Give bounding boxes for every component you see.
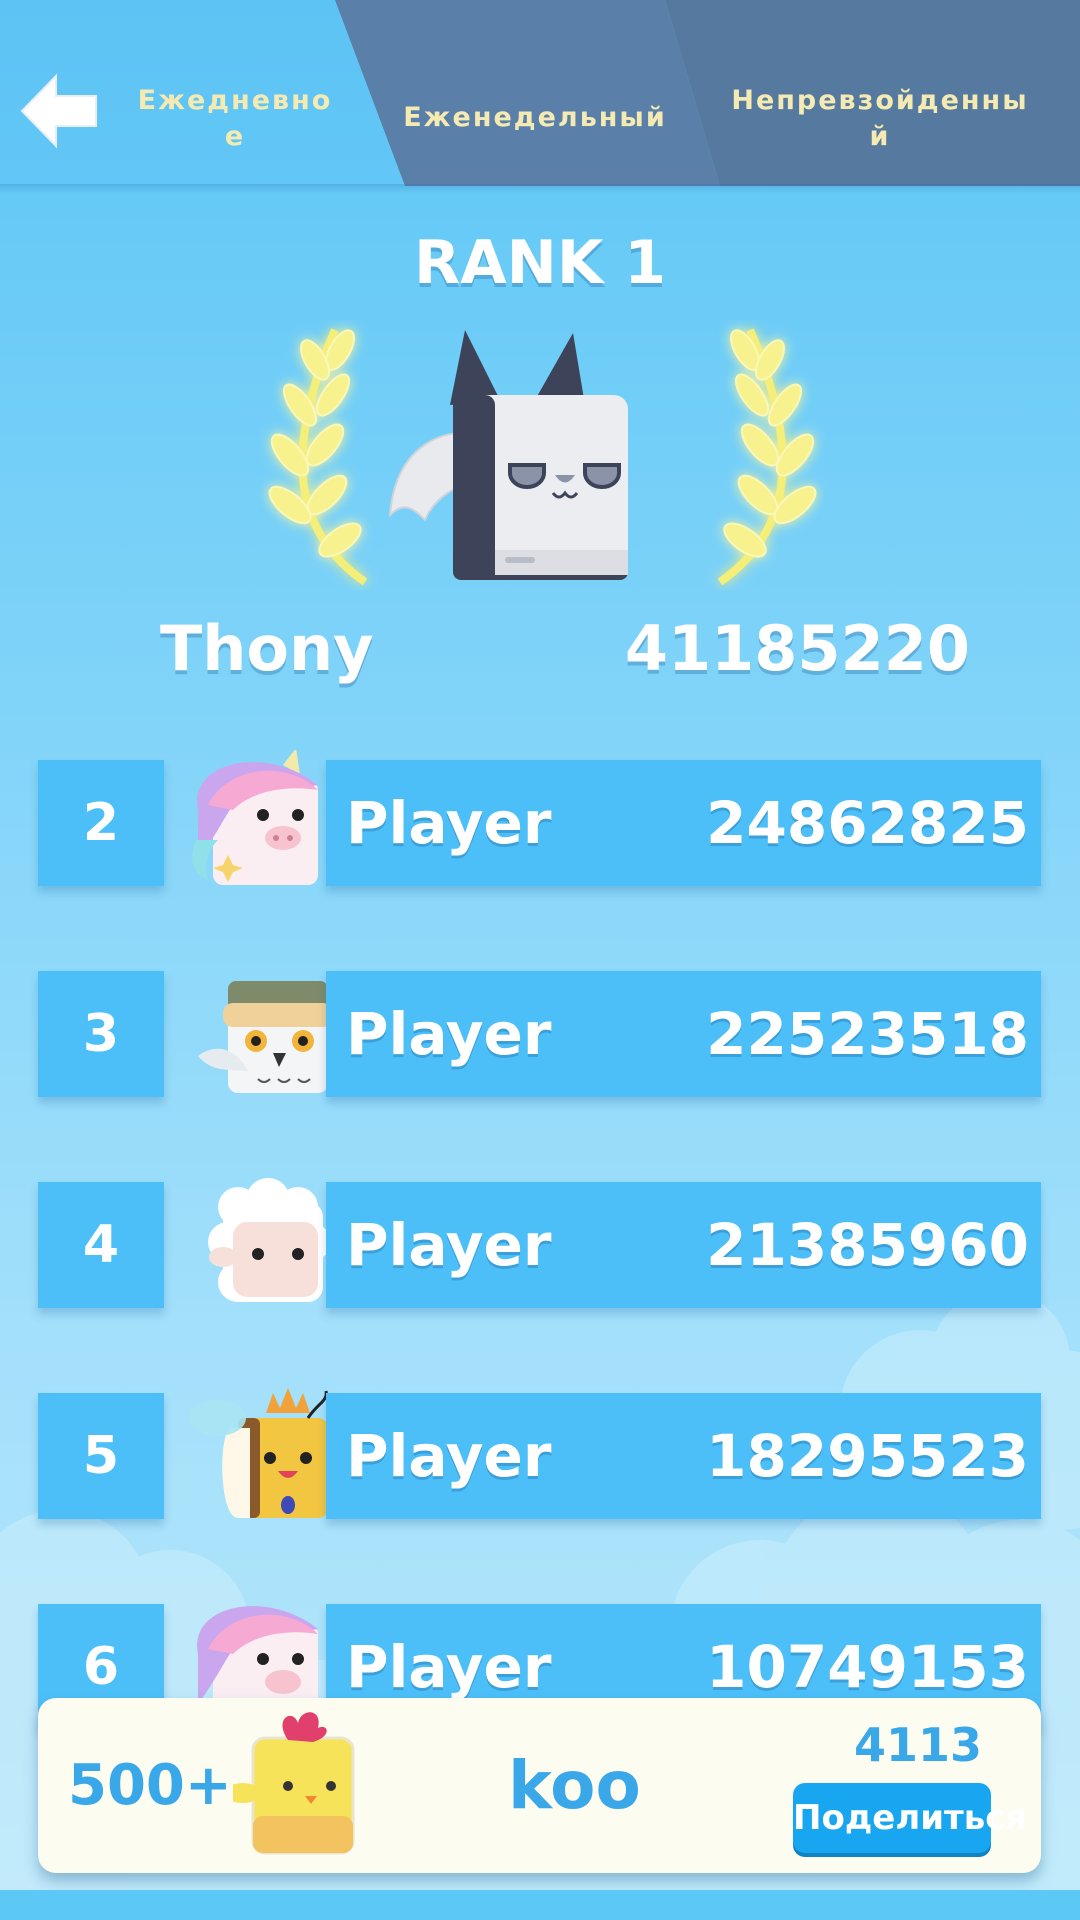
leaderboard-row[interactable]: 5 Player 18295523 — [38, 1388, 1041, 1519]
rank-title: RANK 1 — [414, 228, 666, 298]
row-rank: 2 — [38, 760, 164, 886]
sheep-avatar — [208, 1178, 328, 1302]
laurel-right-icon — [717, 328, 817, 586]
row-score: 22523518 — [706, 1000, 1029, 1068]
tab-weekly[interactable]: Еженедельный — [395, 100, 675, 136]
bee-queen-avatar — [190, 1388, 328, 1518]
owl-avatar — [198, 981, 328, 1093]
my-rank-card: 500+ koo 4113 Поделиться — [38, 1698, 1041, 1873]
my-name: koo — [508, 1747, 641, 1824]
row-name-bar: Player 22523518 — [326, 971, 1041, 1097]
tab-bar: Ежедневно е Еженедельный Непревзойденны … — [0, 0, 1080, 186]
row-player-name: Player — [346, 1211, 552, 1279]
my-rank: 500+ — [68, 1753, 232, 1818]
row-rank: 3 — [38, 971, 164, 1097]
row-player-name: Player — [346, 789, 552, 857]
unicorn-pig-avatar — [192, 750, 318, 885]
row-score: 18295523 — [706, 1422, 1029, 1490]
laurel-left-icon — [268, 328, 368, 586]
bottom-strip — [0, 1890, 1080, 1920]
bat-cube-avatar — [388, 330, 628, 580]
row-name-bar: Player 21385960 — [326, 1182, 1041, 1308]
leaderboard-row[interactable]: 3 Player 22523518 — [38, 971, 1041, 1097]
arrow-left-icon[interactable] — [18, 70, 100, 152]
tab-best-line2: й — [869, 121, 891, 152]
row-score: 21385960 — [706, 1211, 1029, 1279]
tab-daily-line1: Ежедневно — [137, 85, 333, 116]
tab-best[interactable]: Непревзойденны й — [730, 83, 1030, 155]
tab-daily-line2: е — [224, 121, 246, 152]
chick-avatar — [233, 1712, 355, 1855]
share-button[interactable]: Поделиться — [793, 1783, 1027, 1853]
tab-best-line1: Непревзойденны — [731, 85, 1029, 116]
row-player-name: Player — [346, 1422, 552, 1490]
row-player-name: Player — [346, 1000, 552, 1068]
row-name-bar: Player 24862825 — [326, 760, 1041, 886]
row-score: 24862825 — [706, 789, 1029, 857]
row-rank: 5 — [38, 1393, 164, 1519]
leaderboard-row[interactable]: 2 Player 24862825 — [38, 750, 1041, 886]
leaderboard-row[interactable]: 4 Player 21385960 — [38, 1178, 1041, 1308]
champion-name: Thony — [160, 612, 374, 685]
row-rank: 4 — [38, 1182, 164, 1308]
my-score: 4113 — [853, 1718, 983, 1772]
row-name-bar: Player 18295523 — [326, 1393, 1041, 1519]
tab-bar-shadow — [0, 184, 1080, 194]
champion-score: 41185220 — [624, 612, 970, 685]
tab-daily[interactable]: Ежедневно е — [135, 83, 335, 155]
